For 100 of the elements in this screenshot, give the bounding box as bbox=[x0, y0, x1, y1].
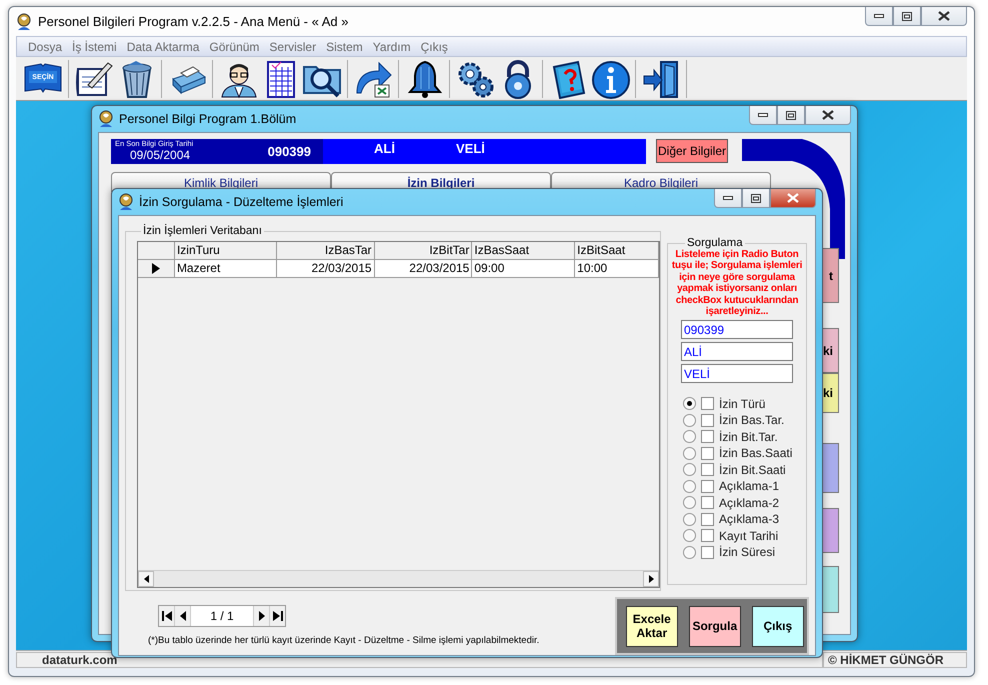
minimize-icon bbox=[874, 14, 884, 18]
employee-number: 090399 bbox=[268, 144, 311, 159]
menu-item[interactable]: Sistem bbox=[321, 40, 368, 54]
option-label: İzin Türü bbox=[719, 396, 766, 411]
option-label: İzin Bas.Tar. bbox=[719, 413, 784, 428]
maximize-button[interactable] bbox=[742, 189, 770, 208]
close-icon bbox=[938, 11, 950, 21]
option-label: İzin Bit.Tar. bbox=[719, 430, 778, 444]
radio-button[interactable] bbox=[683, 446, 696, 460]
minimize-button[interactable] bbox=[865, 7, 893, 26]
checkbox[interactable] bbox=[701, 512, 714, 526]
radio-button[interactable] bbox=[683, 430, 696, 444]
app-icon bbox=[118, 193, 134, 211]
exit-door-icon bbox=[641, 58, 681, 98]
group-title: Sorgulama bbox=[686, 237, 744, 249]
menu-item[interactable]: Data Aktarma bbox=[122, 40, 204, 54]
app-icon bbox=[16, 12, 32, 30]
option-label: Kayıt Tarihi bbox=[719, 528, 778, 543]
minimize-button[interactable] bbox=[714, 189, 742, 208]
action-button[interactable]: Sorgula bbox=[688, 606, 741, 646]
minimize-icon bbox=[723, 196, 733, 200]
close-button[interactable] bbox=[805, 106, 851, 125]
other-info-button[interactable]: Diğer Bilgiler bbox=[656, 139, 728, 163]
horizontal-scrollbar[interactable] bbox=[138, 570, 659, 587]
table-cell: 22/03/2015 bbox=[276, 260, 375, 278]
radio-button[interactable] bbox=[683, 480, 696, 493]
window-title: Personel Bilgileri Program v.2.2.5 - Ana Menü - « Ad » bbox=[38, 14, 348, 29]
close-icon bbox=[822, 110, 834, 120]
option-label: İzin Bit.Saati bbox=[719, 462, 786, 477]
checkbox[interactable] bbox=[701, 480, 714, 493]
next-record-icon bbox=[256, 611, 266, 621]
checkbox[interactable] bbox=[701, 496, 714, 510]
menu-item[interactable]: Servisler bbox=[264, 40, 322, 54]
info-icon bbox=[590, 58, 630, 98]
status-text: © HİKMET GÜNGÖR bbox=[823, 652, 967, 668]
maximize-icon bbox=[786, 110, 796, 120]
close-button[interactable] bbox=[770, 189, 816, 208]
scroll-right-icon bbox=[648, 575, 654, 583]
close-button[interactable] bbox=[921, 7, 967, 26]
radio-button[interactable] bbox=[683, 397, 696, 410]
checkbox[interactable] bbox=[701, 397, 714, 410]
menu-item[interactable]: Çıkış bbox=[416, 40, 453, 54]
maximize-button[interactable] bbox=[777, 106, 805, 125]
radio-button[interactable] bbox=[683, 512, 696, 526]
maximize-icon bbox=[902, 12, 912, 20]
checkbox[interactable] bbox=[701, 430, 714, 444]
option-label: Açıklama-3 bbox=[719, 512, 780, 526]
checkbox[interactable] bbox=[701, 463, 714, 476]
column-header[interactable]: IzBitTar bbox=[374, 242, 472, 260]
option-label: İzin Bas.Saati bbox=[719, 446, 792, 460]
column-header[interactable]: IzBasTar bbox=[276, 242, 375, 260]
maximize-button[interactable] bbox=[893, 7, 921, 26]
last-name: VELİ bbox=[455, 140, 485, 158]
window-title: Personel Bilgi Program 1.Bölüm bbox=[119, 112, 296, 126]
checkbox[interactable] bbox=[701, 414, 714, 427]
window-title: İzin Sorgulama - Düzelteme İşlemleri bbox=[139, 195, 344, 209]
radio-button[interactable] bbox=[683, 546, 696, 559]
last-record-button[interactable] bbox=[269, 606, 285, 626]
date-text: 09/05/2004 bbox=[129, 149, 192, 162]
app-icon bbox=[98, 110, 114, 128]
table-cell: 22/03/2015 bbox=[374, 260, 472, 278]
menu-item[interactable]: Görünüm bbox=[204, 40, 264, 54]
option-label: Açıklama-2 bbox=[719, 496, 780, 510]
action-button[interactable]: Çıkış bbox=[752, 606, 804, 646]
table-cell: Mazeret bbox=[174, 260, 277, 278]
input-field[interactable]: ALİ bbox=[681, 342, 793, 362]
radio-button[interactable] bbox=[683, 463, 696, 476]
radio-button[interactable] bbox=[683, 496, 696, 510]
checkbox[interactable] bbox=[701, 446, 714, 460]
input-field[interactable]: VELİ bbox=[681, 364, 793, 384]
column-header[interactable]: IzBasSaat bbox=[472, 242, 576, 260]
column-header[interactable]: IzBitSaat bbox=[575, 242, 659, 260]
option-label: Açıklama-1 bbox=[719, 479, 780, 494]
menu-item[interactable]: Dosya bbox=[23, 40, 68, 54]
radio-button[interactable] bbox=[683, 529, 696, 542]
row-indicator[interactable] bbox=[138, 260, 175, 278]
scroll-left-icon bbox=[144, 575, 148, 583]
minimize-button[interactable] bbox=[749, 106, 777, 125]
checkbox[interactable] bbox=[701, 546, 714, 559]
checkbox[interactable] bbox=[701, 529, 714, 542]
menu-item[interactable]: Yardım bbox=[368, 40, 416, 54]
action-button[interactable]: Excele Aktar bbox=[626, 606, 678, 646]
last-record-icon bbox=[272, 611, 282, 621]
close-icon bbox=[787, 193, 799, 203]
first-record-button[interactable] bbox=[159, 606, 175, 626]
minimize-icon bbox=[758, 113, 768, 117]
radio-button[interactable] bbox=[683, 414, 696, 427]
menu-item[interactable]: İş İstemi bbox=[67, 40, 122, 54]
record-position: 1 / 1 bbox=[191, 606, 253, 626]
maximize-icon bbox=[751, 194, 761, 202]
toolbar-button[interactable] bbox=[589, 58, 631, 98]
table-cell: 09:00 bbox=[472, 260, 576, 278]
input-field[interactable]: 090399 bbox=[681, 320, 793, 340]
instruction-text: Listeleme için Radio Buton tuşu ile; Sorgulama işlemleri için neye göre sorgulama yapmak istiyorsanız onları checkBox kutucuklarından işaretleyiniz... bbox=[670, 249, 804, 318]
first-record-icon bbox=[162, 611, 172, 621]
option-label: İzin Süresi bbox=[719, 545, 776, 560]
group-title: İzin İşlemleri Veritabanı bbox=[142, 225, 263, 237]
column-header[interactable]: IzinTuru bbox=[174, 242, 277, 260]
previous-record-icon bbox=[178, 611, 188, 621]
footnote: (*)Bu tablo üzerinde her türlü kayıt üzerinde Kayıt - Düzeltme - Silme işlemi yapılabilmektedir. bbox=[148, 635, 540, 646]
